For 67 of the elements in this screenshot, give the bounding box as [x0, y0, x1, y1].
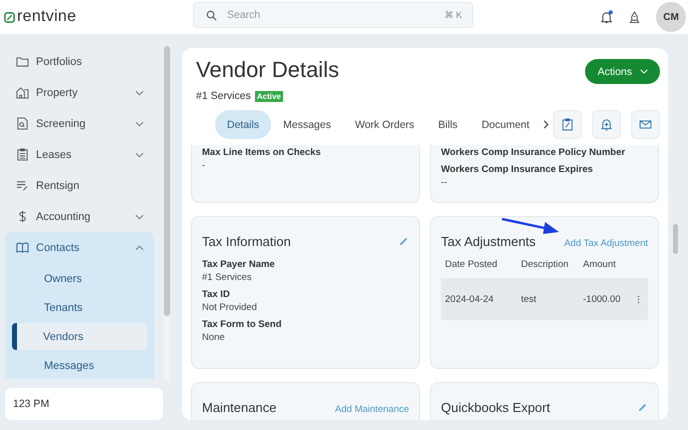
user-avatar[interactable]: CM [656, 2, 686, 32]
tab[interactable]: Messages [271, 110, 343, 139]
scrollbar-thumb[interactable] [164, 46, 170, 316]
notification-button[interactable] [600, 10, 613, 24]
field-label: Max Line Items on Checks [202, 147, 322, 158]
nav-item[interactable]: Leases [5, 139, 154, 170]
nav-item[interactable]: Accounting [5, 201, 154, 232]
brand-name: rentvine [17, 8, 76, 26]
reminder-button[interactable] [592, 110, 621, 139]
vendor-name: #1 Services [196, 90, 251, 102]
nav-subitem[interactable]: Tenants [13, 294, 147, 321]
more-options-icon[interactable] [636, 294, 640, 304]
column-header: Description [520, 259, 570, 272]
column-header: Date Posted [444, 259, 498, 272]
card-title: Tax Information [202, 234, 291, 248]
nav-icon [16, 117, 29, 130]
nav-icon [16, 241, 29, 254]
email-button[interactable] [631, 110, 660, 139]
bell-plus-icon [601, 118, 612, 131]
nav-item[interactable]: Portfolios [5, 46, 154, 77]
caret-icon [640, 69, 648, 74]
field-value: #1 Services [202, 272, 253, 283]
column-header: Amount [582, 259, 617, 272]
actions-button[interactable]: Actions [584, 59, 660, 84]
table-row[interactable]: 2024-04-24 test -1000.00 [441, 278, 648, 320]
nav-icon [16, 179, 29, 192]
status-badge: Active [254, 90, 283, 102]
field-label: Tax ID [202, 289, 231, 300]
tab[interactable]: Details [215, 110, 272, 139]
task-button[interactable] [553, 110, 582, 139]
nav-subitem[interactable]: Vendors [12, 323, 147, 350]
scrollbar-thumb[interactable] [673, 224, 678, 254]
search-input[interactable]: Search [225, 8, 436, 22]
card-title: Quickbooks Export [441, 400, 550, 414]
field-label: Tax Payer Name [202, 259, 276, 270]
card-title: Maintenance [202, 400, 276, 414]
envelope-icon [639, 120, 652, 129]
table-cell-text: test [520, 294, 538, 304]
tab[interactable]: Work Orders [342, 110, 426, 139]
nav-icon [16, 55, 29, 68]
tab[interactable]: Document [470, 110, 542, 139]
field-value: Not Provided [202, 302, 258, 313]
field-label: Workers Comp Insurance Policy Number [441, 147, 626, 158]
field-value: -- [441, 177, 448, 188]
nav-subitem[interactable]: Owners [13, 265, 147, 292]
page-title: Vendor Details [196, 57, 340, 83]
rocket-icon[interactable] [629, 10, 640, 24]
nav-item[interactable]: Contacts [5, 232, 154, 263]
nav-item[interactable]: Screening [5, 108, 154, 139]
shortcut-hint: ⌘ K [444, 10, 462, 20]
table-cell-text: 2024-04-24 [444, 294, 495, 304]
nav-item[interactable]: Rentsign [5, 170, 154, 201]
nav-icon [16, 86, 29, 99]
clipboard-icon [562, 118, 573, 131]
nav-item[interactable]: Property [5, 77, 154, 108]
field-label: Workers Comp Insurance Expires [441, 164, 594, 175]
field-label: Tax Form to Send [202, 319, 283, 330]
chevron-right-icon[interactable] [543, 120, 550, 129]
field-value: None [202, 332, 226, 343]
tab[interactable]: Bills [426, 110, 470, 139]
field-value: - [202, 160, 206, 171]
nav-subitem[interactable]: Messages [13, 352, 147, 379]
nav-icon [16, 148, 29, 161]
search-icon [206, 10, 217, 20]
table-cell-text: -1000.00 [582, 294, 622, 304]
time-display: 123 PM [5, 388, 163, 420]
card-title: Tax Adjustments [441, 234, 536, 248]
